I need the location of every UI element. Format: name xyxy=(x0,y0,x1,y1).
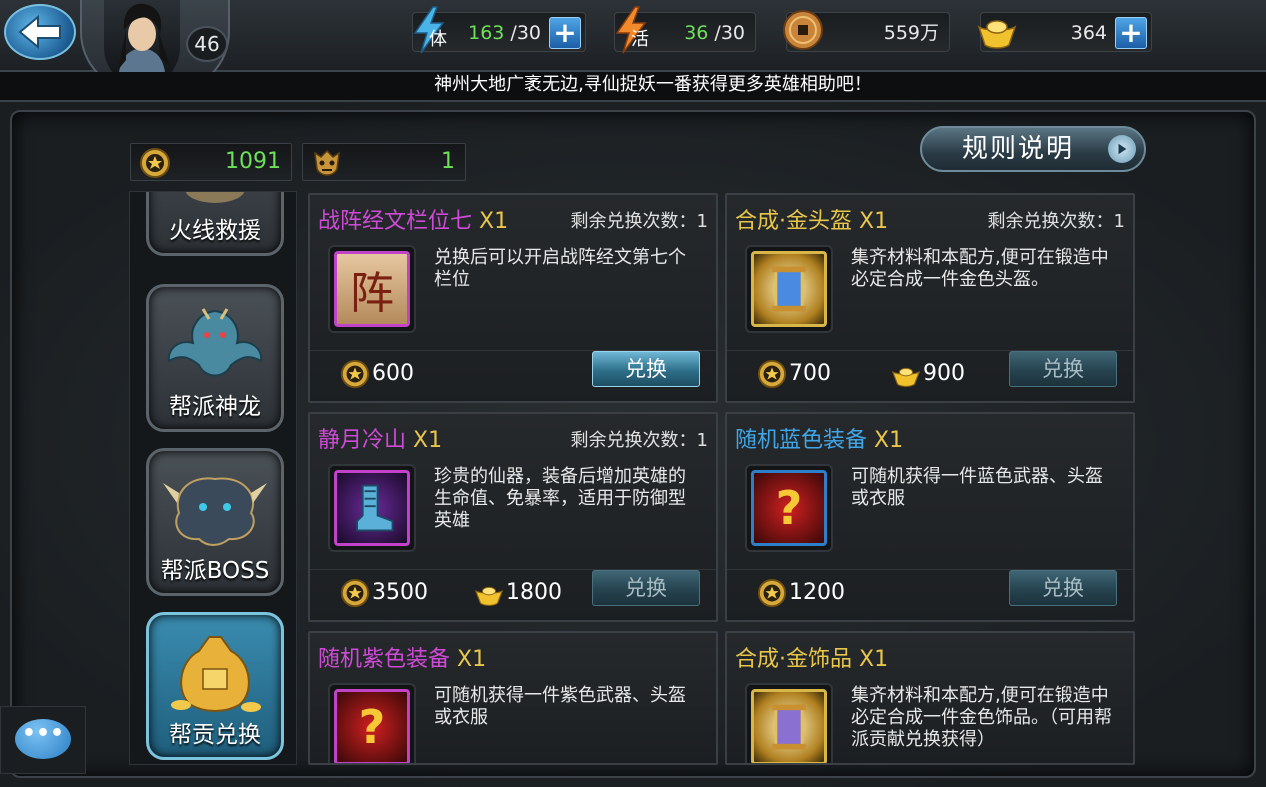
dragon-icon xyxy=(159,299,271,391)
boss-token-value: 1 xyxy=(441,149,455,174)
item-title: 随机蓝色装备 X1 xyxy=(735,428,904,453)
cost-contribution: 600 xyxy=(340,357,414,391)
sidebar-item-contribution-exchange[interactable]: 帮贡兑换 xyxy=(146,612,284,760)
gold-resource: 364 + xyxy=(977,12,1152,52)
sidebar-item-label: 火线救援 xyxy=(169,218,261,244)
item-thumbnail[interactable] xyxy=(328,464,416,552)
sidebar-item-label: 帮派BOSS xyxy=(160,558,270,584)
sidebar-item-boss[interactable]: 帮派BOSS xyxy=(146,448,284,596)
category-sidebar[interactable]: 火线救援 帮派神龙 帮派BOSS 帮贡兑换 xyxy=(129,191,297,765)
contribution-coin-icon xyxy=(340,359,370,389)
exchange-button[interactable]: 兑换 xyxy=(592,570,700,606)
formation-scroll-icon: 阵 xyxy=(334,251,410,327)
back-button[interactable] xyxy=(4,4,76,60)
gold-value: 364 xyxy=(1070,22,1107,44)
back-arrow-icon xyxy=(18,15,61,49)
exchange-card: 合成·金饰品 X1 集齐材料和本配方,便可在锻造中必定合成一件金色饰品。（可用帮… xyxy=(725,631,1135,765)
remaining-count: 剩余兑换次数：1 xyxy=(987,211,1125,232)
cost-contribution: 1200 xyxy=(757,576,845,610)
add-stamina-button[interactable]: + xyxy=(549,17,581,49)
exchange-card: 合成·金头盔 X1 剩余兑换次数：1 集齐材料和本配方,便可在锻造中必定合成一件… xyxy=(725,193,1135,403)
mystery-item-icon: ? xyxy=(334,689,410,763)
svg-text:活: 活 xyxy=(631,29,649,50)
money-bag-icon xyxy=(159,627,271,719)
cost-gold: 1800 xyxy=(474,576,562,610)
item-description: 集齐材料和本配方,便可在锻造中必定合成一件金色头盔。 xyxy=(851,247,1109,290)
contribution-balance: 1091 xyxy=(130,143,292,181)
exchange-card: 静月冷山 X1 剩余兑换次数：1 珍贵的仙器，装备后增加英雄的生命值、免暴率，适… xyxy=(308,412,718,622)
demon-mask-icon xyxy=(314,149,340,176)
add-gold-button[interactable]: + xyxy=(1115,17,1147,49)
coins-resource: 559万 xyxy=(783,10,950,52)
item-description: 珍贵的仙器，装备后增加英雄的生命值、免暴率，适用于防御型英雄 xyxy=(434,466,686,531)
golden-scroll-icon xyxy=(751,689,827,763)
boss-icon xyxy=(159,463,271,555)
chat-button[interactable]: ••• xyxy=(0,706,86,774)
contribution-coin-icon xyxy=(757,359,787,389)
rules-button-label: 规则说明 xyxy=(962,134,1075,164)
item-description: 可随机获得一件蓝色武器、头盔或衣服 xyxy=(851,466,1103,509)
notice-banner: 神州大地广袤无边,寻仙捉妖一番获得更多英雄相助吧！ xyxy=(0,72,1266,100)
svg-text:体: 体 xyxy=(429,29,447,50)
lightning-stamina-icon: 体 xyxy=(407,5,451,55)
sidebar-item-label: 帮贡兑换 xyxy=(169,722,261,748)
play-arrow-icon xyxy=(1108,135,1136,163)
remaining-count: 剩余兑换次数：1 xyxy=(570,430,708,451)
boot-icon xyxy=(334,470,410,546)
item-title: 战阵经文栏位七 X1 xyxy=(318,209,509,234)
exchange-card: 战阵经文栏位七 X1 剩余兑换次数：1 阵 兑换后可以开启战阵经文第七个栏位 6… xyxy=(308,193,718,403)
lightning-vitality-icon: 活 xyxy=(609,5,653,55)
item-description: 集齐材料和本配方,便可在锻造中必定合成一件金色饰品。（可用帮派贡献兑换获得） xyxy=(851,685,1112,750)
item-description: 可随机获得一件紫色武器、头盔或衣服 xyxy=(434,685,686,728)
contribution-coin-icon xyxy=(140,148,170,178)
stamina-resource: 体 163 /30 + xyxy=(412,6,586,54)
cost-gold: 900 xyxy=(891,357,965,391)
item-thumbnail[interactable] xyxy=(745,683,833,763)
copper-coin-icon xyxy=(781,5,825,55)
item-title: 静月冷山 X1 xyxy=(318,428,443,453)
cost-contribution: 3500 xyxy=(340,576,428,610)
item-thumbnail[interactable]: 阵 xyxy=(328,245,416,333)
contribution-coin-icon xyxy=(757,578,787,608)
gold-ingot-icon xyxy=(891,367,921,387)
stamina-max: /30 xyxy=(504,22,541,44)
golden-scroll-icon xyxy=(751,251,827,327)
chat-bubble-icon: ••• xyxy=(15,719,71,759)
coins-value: 559万 xyxy=(883,22,939,44)
stamina-current: 163 xyxy=(468,22,505,44)
item-title: 合成·金饰品 X1 xyxy=(735,647,889,672)
item-thumbnail[interactable] xyxy=(745,245,833,333)
item-title: 随机紫色装备 X1 xyxy=(318,647,487,672)
vitality-resource: 活 36 /30 xyxy=(614,6,756,54)
item-thumbnail[interactable]: ? xyxy=(328,683,416,763)
sidebar-item-rescue[interactable]: 火线救援 xyxy=(146,192,284,256)
exchange-card: 随机紫色装备 X1 ? 可随机获得一件紫色武器、头盔或衣服 xyxy=(308,631,718,765)
cost-contribution: 700 xyxy=(757,357,831,391)
exchange-button[interactable]: 兑换 xyxy=(1009,570,1117,606)
remaining-count: 剩余兑换次数：1 xyxy=(570,211,708,232)
level-badge: 46 xyxy=(186,26,228,62)
sidebar-item-dragon[interactable]: 帮派神龙 xyxy=(146,284,284,432)
item-thumbnail[interactable]: ? xyxy=(745,464,833,552)
vitality-max: /30 xyxy=(708,22,745,44)
sidebar-item-label: 帮派神龙 xyxy=(169,394,261,420)
rules-button[interactable]: 规则说明 xyxy=(920,126,1146,172)
contribution-value: 1091 xyxy=(225,149,281,174)
vitality-current: 36 xyxy=(684,22,709,44)
gold-ingot-icon xyxy=(474,586,504,606)
mystery-item-icon: ? xyxy=(751,470,827,546)
item-title: 合成·金头盔 X1 xyxy=(735,209,889,234)
gold-ingot-icon xyxy=(975,5,1019,55)
exchange-button[interactable]: 兑换 xyxy=(592,351,700,387)
boss-token-balance: 1 xyxy=(302,143,466,181)
contribution-coin-icon xyxy=(340,578,370,608)
exchange-button[interactable]: 兑换 xyxy=(1009,351,1117,387)
item-description: 兑换后可以开启战阵经文第七个栏位 xyxy=(434,247,686,290)
exchange-card: 随机蓝色装备 X1 ? 可随机获得一件蓝色武器、头盔或衣服 1200 兑换 xyxy=(725,412,1135,622)
